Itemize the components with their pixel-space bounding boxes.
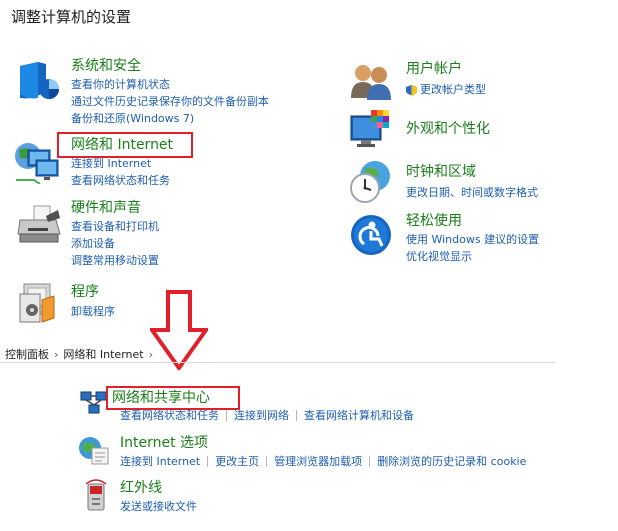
link-connect-to-network[interactable]: 连接到网络 (227, 407, 296, 424)
printer-icon[interactable] (16, 204, 62, 246)
link-mobility-settings[interactable]: 调整常用移动设置 (71, 252, 159, 269)
category-clock-region[interactable]: 时钟和区域 (406, 163, 476, 181)
monitor-palette-icon[interactable] (349, 108, 395, 154)
category-ease-of-access[interactable]: 轻松使用 (406, 212, 462, 230)
link-backup-restore[interactable]: 备份和还原(Windows 7) (71, 110, 194, 127)
infrared-icon[interactable] (82, 478, 110, 512)
link-devices-printers[interactable]: 查看设备和打印机 (71, 218, 159, 235)
link-connect-internet-2[interactable]: 连接到 Internet (120, 453, 207, 470)
down-arrow-icon (148, 290, 210, 372)
page-title: 调整计算机的设置 (11, 8, 132, 26)
link-change-homepage[interactable]: 更改主页 (208, 453, 266, 470)
breadcrumb: 控制面板 › 网络和 Internet › (5, 346, 158, 362)
programs-icon[interactable] (18, 282, 58, 324)
link-network-status[interactable]: 查看网络状态和任务 (71, 172, 170, 189)
network-monitors-icon[interactable] (14, 140, 62, 185)
link-change-account-type[interactable]: 更改帐户类型 (420, 81, 486, 98)
link-view-network-computers[interactable]: 查看网络计算机和设备 (297, 407, 421, 424)
link-optimize-visual-display[interactable]: 优化视觉显示 (406, 248, 472, 265)
sub-internet-options[interactable]: Internet 选项 (120, 434, 208, 452)
globe-document-icon[interactable] (78, 434, 110, 466)
link-view-computer-status[interactable]: 查看你的计算机状态 (71, 76, 170, 93)
sub-links-internet-options: 连接到 Internet 更改主页 管理浏览器加载项 删除浏览的历史记录和 co… (120, 453, 533, 470)
link-view-network-status-tasks[interactable]: 查看网络状态和任务 (120, 407, 226, 424)
link-delete-history-cookies[interactable]: 删除浏览的历史记录和 cookie (370, 453, 533, 470)
category-appearance[interactable]: 外观和个性化 (406, 120, 490, 138)
breadcrumb-network-internet[interactable]: 网络和 Internet (63, 348, 143, 361)
sub-infrared[interactable]: 红外线 (120, 479, 162, 497)
network-sharing-icon[interactable] (80, 390, 108, 416)
link-manage-addons[interactable]: 管理浏览器加载项 (267, 453, 369, 470)
category-programs[interactable]: 程序 (71, 283, 99, 301)
ease-of-access-icon[interactable] (350, 214, 392, 256)
shield-icon[interactable] (16, 60, 60, 104)
link-uninstall-program[interactable]: 卸载程序 (71, 303, 115, 320)
users-icon[interactable] (349, 62, 393, 100)
clock-globe-icon[interactable] (349, 160, 393, 204)
divider (0, 362, 555, 363)
link-send-receive-files[interactable]: 发送或接收文件 (120, 498, 197, 515)
breadcrumb-separator-icon: › (54, 348, 59, 361)
link-connect-internet[interactable]: 连接到 Internet (71, 155, 151, 172)
breadcrumb-control-panel[interactable]: 控制面板 (5, 348, 49, 361)
category-user-accounts[interactable]: 用户帐户 (406, 60, 462, 78)
uac-shield-icon (405, 83, 418, 97)
sub-links-sharing-center: 查看网络状态和任务 连接到网络 查看网络计算机和设备 (120, 407, 421, 424)
category-hardware-sound[interactable]: 硬件和声音 (71, 199, 141, 217)
breadcrumb-separator-icon: › (148, 348, 153, 361)
link-windows-recommended-settings[interactable]: 使用 Windows 建议的设置 (406, 231, 539, 248)
category-system-security[interactable]: 系统和安全 (71, 57, 141, 75)
link-change-date-time[interactable]: 更改日期、时间或数字格式 (406, 184, 538, 201)
link-add-device[interactable]: 添加设备 (71, 235, 115, 252)
link-file-history[interactable]: 通过文件历史记录保存你的文件备份副本 (71, 93, 269, 110)
